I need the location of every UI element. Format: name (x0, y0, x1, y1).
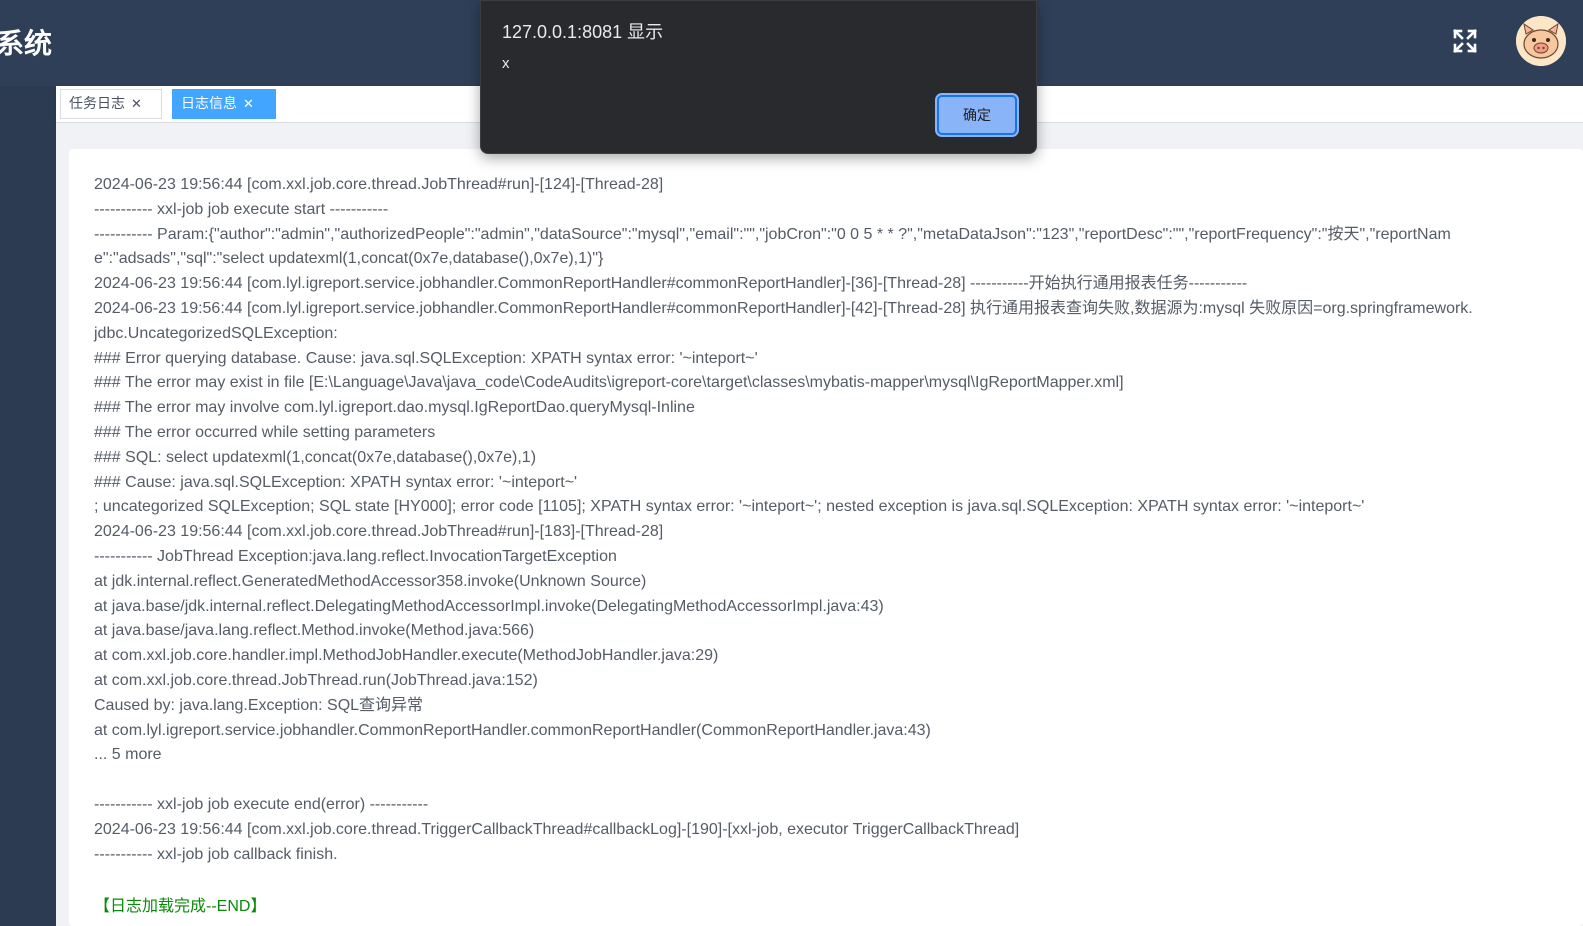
app-title: 系统 (0, 27, 53, 60)
log-line: at com.lyl.igreport.service.jobhandler.C… (94, 721, 931, 739)
log-line: at com.xxl.job.core.thread.JobThread.run… (94, 671, 538, 689)
log-end-marker: 【日志加载完成--END】 (94, 898, 267, 915)
tab-log-info[interactable]: 日志信息 ✕ (172, 89, 276, 119)
log-line: ; uncategorized SQLException; SQL state … (94, 498, 1365, 516)
log-line: ### The error may involve com.lyl.igrepo… (94, 399, 695, 417)
log-line: 2024-06-23 19:56:44 [com.lyl.igreport.se… (94, 299, 1473, 342)
tab-label: 任务日志 (69, 96, 125, 112)
log-line: ----------- xxl-job job callback finish. (94, 845, 338, 863)
tab-task-log[interactable]: 任务日志 ✕ (60, 89, 162, 119)
log-line: ### The error may exist in file [E:\Lang… (94, 374, 1124, 392)
sidebar (0, 86, 56, 926)
log-line: 2024-06-23 19:56:44 [com.lyl.igreport.se… (94, 275, 1248, 293)
dialog-title: 127.0.0.1:8081 显示 (502, 22, 664, 42)
log-line: 2024-06-23 19:56:44 [com.xxl.job.core.th… (94, 176, 664, 193)
log-line: ### SQL: select updatexml(1,concat(0x7e,… (94, 448, 537, 466)
alert-dialog: 127.0.0.1:8081 显示 x 确定 (480, 0, 1037, 154)
log-line: ### Cause: java.sql.SQLException: XPATH … (94, 473, 578, 491)
log-line: 2024-06-23 19:56:44 [com.xxl.job.core.th… (94, 820, 1020, 838)
log-line: at jdk.internal.reflect.GeneratedMethodA… (94, 572, 647, 590)
log-output: 2024-06-23 19:56:44 [com.xxl.job.core.th… (94, 173, 1474, 867)
ok-button[interactable]: 确定 (937, 95, 1017, 135)
log-line: ----------- Param:{"author":"admin","aut… (94, 225, 1451, 268)
close-icon[interactable]: ✕ (243, 97, 254, 112)
dialog-message: x (502, 55, 510, 72)
close-icon[interactable]: ✕ (131, 97, 142, 112)
log-line: Caused by: java.lang.Exception: SQL查询异常 (94, 696, 424, 714)
log-line: 2024-06-23 19:56:44 [com.xxl.job.core.th… (94, 523, 664, 541)
log-line: at com.xxl.job.core.handler.impl.MethodJ… (94, 647, 719, 665)
pig-avatar-icon[interactable] (1516, 16, 1566, 66)
log-line: at java.base/java.lang.reflect.Method.in… (94, 622, 535, 640)
log-line: at java.base/jdk.internal.reflect.Delega… (94, 597, 884, 615)
fullscreen-icon[interactable] (1452, 28, 1478, 54)
tab-label: 日志信息 (181, 96, 237, 112)
log-line: ----------- xxl-job job execute start --… (94, 200, 389, 218)
log-line: ----------- JobThread Exception:java.lan… (94, 547, 617, 565)
log-line: ### The error occurred while setting par… (94, 423, 436, 441)
log-line: ----------- xxl-job job execute end(erro… (94, 795, 429, 813)
log-line: ... 5 more (94, 746, 162, 764)
log-line: ### Error querying database. Cause: java… (94, 349, 758, 367)
